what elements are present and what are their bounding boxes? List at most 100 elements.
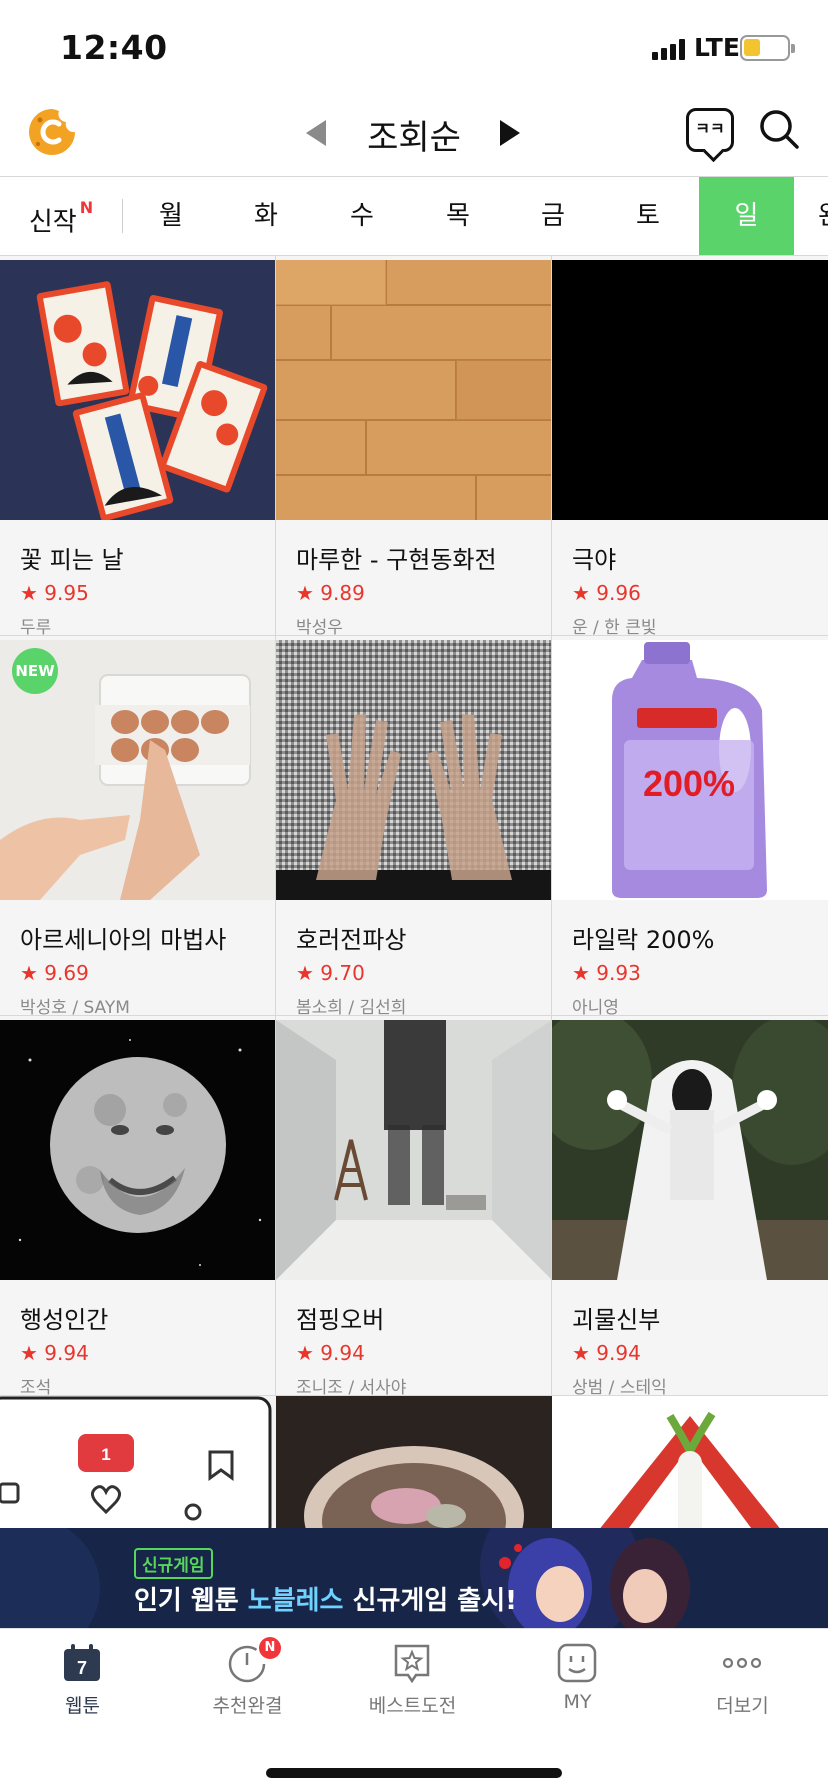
thumbnail-tv-static-hands	[276, 640, 551, 900]
cookie-logo-icon[interactable]	[26, 106, 78, 158]
webtoon-title: 마루한 - 구현동화전	[296, 546, 497, 574]
thumbnail-phone-like: 1	[0, 1396, 276, 1528]
ad-tag: 신규게임	[134, 1548, 213, 1579]
nav-label: 더보기	[716, 1695, 769, 1717]
search-icon[interactable]	[758, 108, 800, 150]
star-icon: ★	[20, 1341, 38, 1365]
battery-icon	[740, 35, 795, 61]
star-icon: ★	[572, 581, 590, 605]
nav-label: 추천완결	[212, 1695, 283, 1717]
tab-fri[interactable]: 금	[507, 177, 599, 255]
webtoon-title: 호러전파상	[296, 926, 407, 954]
star-icon: ★	[572, 1341, 590, 1365]
webtoon-author: 박성우	[296, 618, 343, 636]
home-indicator	[266, 1768, 562, 1778]
webtoon-card[interactable]: 200% 라일락 200% ★ 9.93 아니영	[552, 636, 828, 1016]
webtoon-rating: ★ 9.69	[20, 961, 89, 985]
ad-banner[interactable]: 신규게임 인기 웹툰 노블레스 신규게임 출시!	[0, 1528, 828, 1628]
tab-thu[interactable]: 목	[412, 177, 504, 255]
webtoon-card[interactable]: 극야 ★ 9.96 운 / 한 큰빛	[552, 256, 828, 636]
thumbnail-floating-man	[276, 1020, 551, 1280]
sort-next-button[interactable]	[500, 120, 520, 146]
webtoon-card[interactable]: 호러전파상 ★ 9.70 봄소희 / 김선희	[276, 636, 552, 1016]
webtoon-rating: ★ 9.93	[572, 961, 641, 985]
webtoon-card-partial[interactable]	[552, 1396, 828, 1528]
tab-mon[interactable]: 월	[125, 177, 217, 255]
webtoon-author: 운 / 한 큰빛	[572, 618, 657, 636]
sort-prev-button[interactable]	[306, 120, 326, 146]
webtoon-author: 상범 / 스테익	[572, 1378, 667, 1396]
status-bar: 12:40 LTE	[0, 0, 828, 96]
webtoon-author: 박성호 / SAYM	[20, 998, 130, 1016]
card-info: 호러전파상 ★ 9.70 봄소희 / 김선희	[276, 900, 551, 1015]
webtoon-rating: ★ 9.95	[20, 581, 89, 605]
star-icon: ★	[296, 581, 314, 605]
tab-sat[interactable]: 토	[602, 177, 694, 255]
network-label: LTE	[694, 33, 740, 62]
nav-recommended-complete[interactable]: N 추천완결	[165, 1629, 330, 1729]
webtoon-title: 라일락 200%	[572, 926, 715, 954]
webtoon-card[interactable]: NEW 아르세니아의 마법사 ★ 9.69 박성호 / SAYM	[0, 636, 276, 1016]
card-info: 점핑오버 ★ 9.94 조니조 / 서사야	[276, 1280, 551, 1396]
card-info: 괴물신부 ★ 9.94 상범 / 스테익	[552, 1280, 828, 1396]
thumbnail-black	[552, 260, 828, 520]
tab-new[interactable]: 신작N	[0, 177, 122, 255]
signal-icon	[652, 38, 690, 60]
nav-best-challenge[interactable]: 베스트도전	[330, 1629, 495, 1729]
card-info: 극야 ★ 9.96 운 / 한 큰빛	[552, 520, 828, 636]
sort-title[interactable]: 조회순	[330, 110, 498, 159]
webtoon-author: 조니조 / 서사야	[296, 1378, 407, 1396]
webtoon-rating: ★ 9.94	[296, 1341, 365, 1365]
thumbnail-detergent-bottle: 200%	[552, 640, 828, 900]
webtoon-card[interactable]: 괴물신부 ★ 9.94 상범 / 스테익	[552, 1016, 828, 1396]
webtoon-card[interactable]: 행성인간 ★ 9.94 조석	[0, 1016, 276, 1396]
webtoon-rating: ★ 9.94	[572, 1341, 641, 1365]
star-icon: ★	[296, 1341, 314, 1365]
webtoon-card-partial[interactable]	[276, 1396, 552, 1528]
star-icon: ★	[20, 961, 38, 985]
thumbnail-radish-sign	[552, 1396, 828, 1528]
webtoon-card[interactable]: 점핑오버 ★ 9.94 조니조 / 서사야	[276, 1016, 552, 1396]
tab-completed[interactable]: 완	[810, 177, 828, 255]
thumbnail-wood-floor	[276, 260, 551, 520]
thumb-lilac-percent: 200%	[643, 763, 735, 804]
thumbnail-ghost-bride	[552, 1020, 828, 1280]
nav-label: 베스트도전	[368, 1695, 457, 1717]
webtoon-card[interactable]: 마루한 - 구현동화전 ★ 9.89 박성우	[276, 256, 552, 636]
star-icon: ★	[20, 581, 38, 605]
webtoon-rating: ★ 9.70	[296, 961, 365, 985]
tab-sun[interactable]: 일	[699, 177, 794, 255]
webtoon-title: 극야	[572, 546, 617, 574]
webtoon-author: 두루	[20, 618, 52, 636]
calendar-7-icon: 7	[64, 1644, 100, 1681]
webtoon-rating: ★ 9.94	[20, 1341, 89, 1365]
webtoon-author: 조석	[20, 1378, 52, 1396]
nav-my[interactable]: MY	[495, 1629, 660, 1729]
webtoon-card[interactable]: 꽃 피는 날 ★ 9.95 두루	[0, 256, 276, 636]
thumbnail-hwatu-cards	[0, 260, 275, 520]
card-info: 꽃 피는 날 ★ 9.95 두루	[0, 520, 275, 636]
webtoon-rating: ★ 9.96	[572, 581, 641, 605]
webtoon-rating: ★ 9.89	[296, 581, 365, 605]
nav-label: 웹툰	[65, 1695, 100, 1717]
card-info: 라일락 200% ★ 9.93 아니영	[552, 900, 828, 1015]
top-header: 조회순 ㅋㅋ	[0, 96, 828, 176]
webtoon-card-partial[interactable]: 1	[0, 1396, 276, 1528]
svg-text:7: 7	[77, 1658, 87, 1678]
tab-wed[interactable]: 수	[316, 177, 408, 255]
star-icon: ★	[296, 961, 314, 985]
chat-icon[interactable]: ㅋㅋ	[686, 108, 734, 152]
thumb-heart-count: 1	[101, 1445, 110, 1464]
webtoon-title: 아르세니아의 마법사	[20, 926, 227, 954]
smile-icon	[557, 1643, 597, 1683]
nav-new-badge: N	[259, 1637, 281, 1659]
nav-webtoon[interactable]: 7 웹툰	[0, 1629, 165, 1729]
new-badge: NEW	[12, 648, 58, 694]
nav-more[interactable]: 더보기	[660, 1629, 825, 1729]
tab-divider	[122, 199, 123, 233]
card-info: 행성인간 ★ 9.94 조석	[0, 1280, 275, 1396]
card-info: 아르세니아의 마법사 ★ 9.69 박성호 / SAYM	[0, 900, 275, 1016]
tab-tue[interactable]: 화	[220, 177, 312, 255]
status-time: 12:40	[60, 28, 168, 67]
webtoon-title: 꽃 피는 날	[20, 546, 124, 574]
